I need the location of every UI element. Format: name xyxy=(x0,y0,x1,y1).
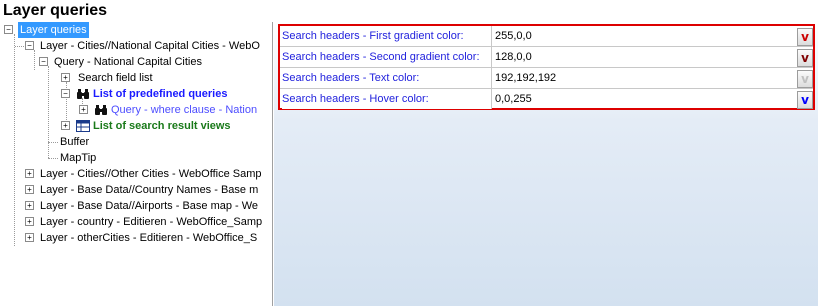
property-name: Search headers - Text color: xyxy=(282,68,492,88)
color-dropdown-button[interactable]: v xyxy=(797,91,813,109)
property-value-input[interactable]: 192,192,192 xyxy=(495,70,793,86)
tree-item-label: Layer - otherCities - Editieren - WebOff… xyxy=(40,232,258,244)
binoculars-icon xyxy=(77,89,89,99)
property-name: Search headers - Second gradient color: xyxy=(282,47,492,67)
expand-icon[interactable]: + xyxy=(61,121,70,130)
tree-item-label: Layer - Cities//National Capital Cities … xyxy=(40,40,260,52)
tree-item-label: Search field list xyxy=(78,72,153,84)
tree-line xyxy=(48,142,58,143)
expand-icon[interactable]: + xyxy=(25,185,34,194)
color-dropdown-button[interactable]: v xyxy=(797,28,813,46)
tree-item-label: Layer - country - Editieren - WebOffice_… xyxy=(40,216,263,228)
color-dropdown-button[interactable]: v xyxy=(797,49,813,67)
tree-item-label: Layer queries xyxy=(18,22,89,38)
tree-line xyxy=(48,158,58,159)
tree-line xyxy=(15,46,24,47)
tree-item-label: Layer - Base Data//Airports - Base map -… xyxy=(40,200,259,212)
tree-item-label: List of search result views xyxy=(93,120,231,132)
property-value-input[interactable]: 255,0,0 xyxy=(495,28,793,44)
property-row-text-color[interactable]: Search headers - Text color: 192,192,192… xyxy=(280,68,813,89)
tree-item-label: Query - National Capital Cities xyxy=(54,56,202,68)
property-grid: Search headers - First gradient color: 2… xyxy=(278,24,815,110)
expand-icon[interactable]: + xyxy=(25,169,34,178)
collapse-icon[interactable]: − xyxy=(25,41,34,50)
expand-icon[interactable]: + xyxy=(61,73,70,82)
layer-query-tree[interactable]: − Layer queries − Layer - Cities//Nation… xyxy=(2,22,273,306)
property-name: Search headers - First gradient color: xyxy=(282,26,492,46)
property-value-input[interactable]: 0,0,255 xyxy=(495,91,793,107)
property-value-input[interactable]: 128,0,0 xyxy=(495,49,793,65)
property-row-first-gradient[interactable]: Search headers - First gradient color: 2… xyxy=(280,26,813,47)
tree-item-label: MapTip xyxy=(60,152,97,164)
color-dropdown-button[interactable]: v xyxy=(797,70,813,88)
expand-icon[interactable]: + xyxy=(79,105,88,114)
collapse-icon[interactable]: − xyxy=(39,57,48,66)
tree-item-label: List of predefined queries xyxy=(93,88,228,100)
expand-icon[interactable]: + xyxy=(25,233,34,242)
tree-item-label: Layer - Base Data//Country Names - Base … xyxy=(40,184,259,196)
property-row-second-gradient[interactable]: Search headers - Second gradient color: … xyxy=(280,47,813,68)
page-title: Layer queries xyxy=(3,2,108,19)
tree-line xyxy=(14,34,15,246)
tree-item-label: Query - where clause - Nation xyxy=(111,104,258,116)
table-view-icon xyxy=(76,120,90,132)
property-row-hover-color[interactable]: Search headers - Hover color: 0,0,255 v xyxy=(280,89,813,109)
expand-icon[interactable]: + xyxy=(25,217,34,226)
collapse-icon[interactable]: − xyxy=(4,25,13,34)
tree-line xyxy=(34,50,35,70)
property-name: Search headers - Hover color: xyxy=(282,89,492,109)
tree-item-label: Buffer xyxy=(60,136,90,148)
binoculars-icon xyxy=(95,105,107,115)
expand-icon[interactable]: + xyxy=(25,201,34,210)
tree-line xyxy=(48,66,49,158)
property-panel: Search headers - First gradient color: 2… xyxy=(274,22,818,306)
collapse-icon[interactable]: − xyxy=(61,89,70,98)
tree-item-label: Layer - Cities//Other Cities - WebOffice… xyxy=(40,168,262,180)
